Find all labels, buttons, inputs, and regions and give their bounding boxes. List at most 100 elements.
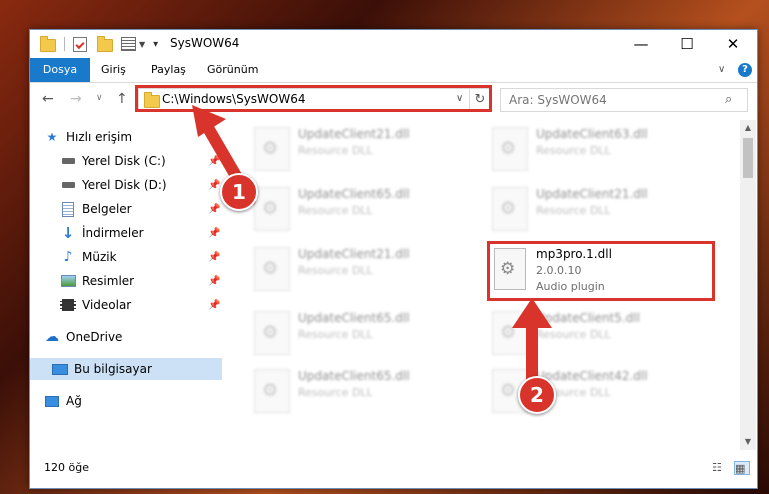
list-item[interactable]: UpdateClient65.dll Resource DLL	[250, 184, 470, 236]
dll-file-icon	[254, 311, 290, 355]
list-item[interactable]: UpdateClient21.dll Resource DLL	[250, 124, 470, 176]
sidebar-item-network[interactable]: Ağ	[44, 390, 222, 412]
close-button[interactable]: ✕	[710, 30, 756, 58]
music-icon: ♪	[63, 249, 73, 265]
download-icon: ↓	[61, 224, 75, 242]
pictures-icon	[60, 273, 76, 289]
dll-file-icon	[492, 187, 528, 231]
tab-home[interactable]: Giriş	[101, 58, 126, 82]
tiles-view-icon[interactable]: ▦	[734, 461, 750, 475]
toolbar-separator	[64, 37, 65, 51]
navigation-bar: ← → ∨ ↑ C:\Windows\SysWOW64 ∨ ↻ ⌕	[30, 83, 757, 117]
scroll-down-icon[interactable]: ▼	[740, 434, 756, 450]
recent-locations-icon[interactable]: ∨	[96, 93, 103, 103]
quick-access-toolbar: ▼ ▾	[40, 36, 158, 52]
sidebar-item-label: Resimler	[82, 274, 135, 288]
sidebar-item-videos[interactable]: Videolar 📌	[60, 294, 222, 316]
new-folder-icon[interactable]	[97, 36, 113, 52]
file-name: UpdateClient63.dll	[536, 127, 648, 141]
file-description: Resource DLL	[536, 144, 611, 157]
view-icon[interactable]	[121, 37, 136, 51]
sidebar-item-downloads[interactable]: ↓ İndirmeler 📌	[60, 222, 222, 244]
dll-file-icon	[254, 247, 290, 291]
pin-icon[interactable]: 📌	[208, 300, 220, 311]
step-badge-1: 1	[220, 173, 258, 211]
sidebar-item-label: İndirmeler	[82, 226, 144, 240]
properties-icon[interactable]	[73, 36, 87, 52]
tab-share[interactable]: Paylaş	[151, 58, 186, 82]
computer-icon	[52, 361, 68, 377]
folder-icon[interactable]	[40, 36, 56, 52]
dll-file-icon	[254, 369, 290, 413]
file-description: Resource DLL	[298, 264, 373, 277]
star-icon: ★	[46, 130, 58, 144]
list-item[interactable]: UpdateClient21.dll Resource DLL	[250, 244, 470, 296]
tab-file[interactable]: Dosya	[30, 58, 90, 82]
search-input[interactable]	[507, 91, 711, 109]
sidebar-item-label: Hızlı erişim	[66, 130, 133, 144]
file-name: UpdateClient21.dll	[298, 247, 410, 261]
details-view-icon[interactable]: ☷	[712, 461, 726, 474]
pin-icon[interactable]: 📌	[208, 252, 220, 263]
file-description: Resource DLL	[298, 204, 373, 217]
file-description: Resource DLL	[298, 328, 373, 341]
scroll-up-icon[interactable]: ▲	[740, 120, 756, 136]
file-description: Resource DLL	[298, 144, 373, 157]
maximize-button[interactable]: ☐	[664, 30, 710, 58]
sidebar-item-this-pc[interactable]: Bu bilgisayar	[30, 358, 222, 380]
sidebar-item-label: OneDrive	[66, 330, 123, 344]
dll-file-icon	[492, 127, 528, 171]
ribbon: Dosya Giriş Paylaş Görünüm ∨ ?	[30, 58, 757, 83]
file-name: UpdateClient65.dll	[298, 187, 410, 201]
address-highlight-box	[135, 85, 492, 112]
list-item[interactable]: UpdateClient21.dll Resource DLL	[488, 184, 708, 236]
title-bar: ▼ ▾ SysWOW64 — ☐ ✕	[30, 30, 757, 58]
window-title: SysWOW64	[170, 36, 240, 50]
search-icon[interactable]: ⌕	[725, 92, 732, 107]
minimize-button[interactable]: —	[618, 30, 664, 58]
documents-icon	[60, 201, 76, 217]
file-name: UpdateClient21.dll	[298, 127, 410, 141]
list-item[interactable]: UpdateClient63.dll Resource DLL	[488, 124, 708, 176]
tab-view[interactable]: Görünüm	[207, 58, 258, 82]
sidebar-item-pictures[interactable]: Resimler 📌	[60, 270, 222, 292]
up-arrow-icon[interactable]: ↑	[116, 91, 128, 107]
file-description: Resource DLL	[298, 386, 373, 399]
explorer-window: ▼ ▾ SysWOW64 — ☐ ✕ Dosya Giriş Paylaş Gö…	[29, 29, 758, 489]
sidebar-item-label: Bu bilgisayar	[74, 362, 152, 376]
file-name: UpdateClient65.dll	[298, 369, 410, 383]
sidebar-item-label: Videolar	[82, 298, 132, 312]
file-highlight-box	[487, 241, 715, 301]
file-name: UpdateClient65.dll	[298, 311, 410, 325]
chevron-down-icon[interactable]: ▼	[139, 40, 145, 49]
forward-arrow-icon[interactable]: →	[70, 91, 82, 107]
status-bar: 120 öğe ☷ ▦	[30, 455, 757, 488]
sidebar-item-label: Müzik	[82, 250, 117, 264]
back-arrow-icon[interactable]: ←	[42, 91, 54, 107]
list-item[interactable]: UpdateClient65.dll Resource DLL	[250, 308, 470, 360]
sidebar-item-label: Yerel Disk (D:)	[82, 178, 167, 192]
step-badge-2: 2	[518, 376, 556, 414]
network-icon	[44, 393, 60, 409]
pin-icon[interactable]: 📌	[208, 276, 220, 287]
item-count: 120 öğe	[44, 461, 89, 474]
drive-icon	[60, 153, 76, 169]
sidebar-item-onedrive[interactable]: ☁ OneDrive	[44, 326, 222, 348]
search-box[interactable]: ⌕	[500, 88, 748, 112]
cloud-icon: ☁	[45, 329, 59, 345]
sidebar-item-music[interactable]: ♪ Müzik 📌	[60, 246, 222, 268]
expand-ribbon-icon[interactable]: ∨	[718, 64, 725, 75]
sidebar-item-label: Belgeler	[82, 202, 132, 216]
help-icon[interactable]: ?	[738, 63, 752, 77]
sidebar-item-label: Yerel Disk (C:)	[82, 154, 166, 168]
customize-toolbar-icon[interactable]: ▾	[153, 39, 158, 50]
file-description: Resource DLL	[536, 204, 611, 217]
vertical-scrollbar[interactable]: ▲ ▼	[740, 120, 756, 450]
pin-icon[interactable]: 📌	[208, 228, 220, 239]
scroll-thumb[interactable]	[743, 138, 753, 178]
list-item[interactable]: UpdateClient65.dll Resource DLL	[250, 366, 470, 418]
drive-icon	[60, 177, 76, 193]
file-name: UpdateClient21.dll	[536, 187, 648, 201]
video-icon	[60, 297, 76, 313]
sidebar-item-label: Ağ	[66, 394, 82, 408]
